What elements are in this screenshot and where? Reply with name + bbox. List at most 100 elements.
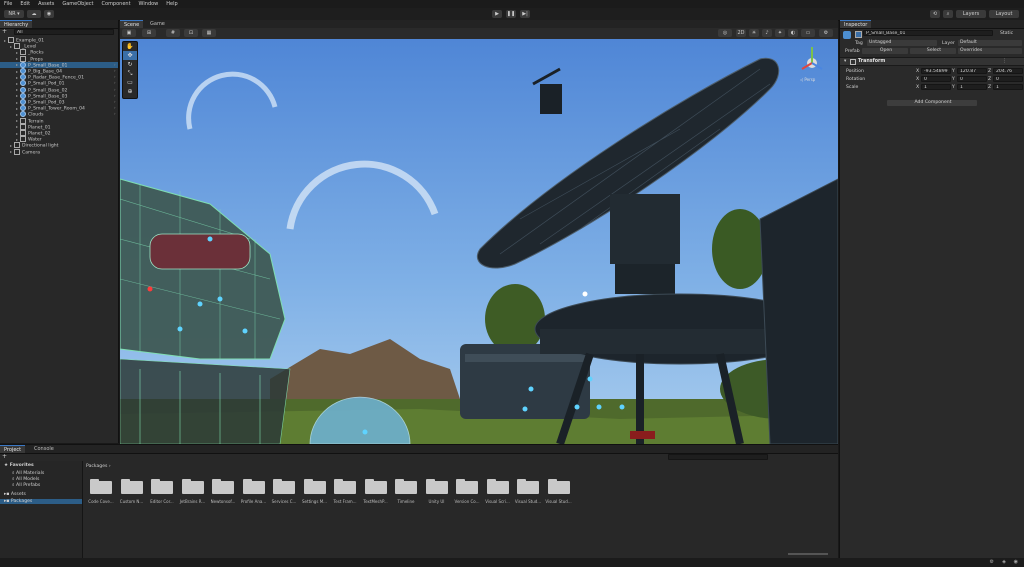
select-button[interactable]: Select bbox=[910, 48, 956, 54]
object-name-field[interactable]: P_Small_Base_01 bbox=[863, 30, 993, 36]
hidden-icon[interactable]: ◐ bbox=[788, 29, 798, 37]
folder-icon[interactable] bbox=[273, 479, 295, 494]
lighting-icon[interactable]: ☀ bbox=[749, 29, 759, 37]
layer-dropdown[interactable]: Default bbox=[958, 40, 1022, 46]
persp-label[interactable]: ◁ Persp bbox=[800, 77, 815, 82]
folder-label[interactable]: Editor Cor... bbox=[147, 499, 177, 504]
folder-label[interactable]: Custom N... bbox=[117, 499, 147, 504]
menu-item-assets[interactable]: Assets bbox=[34, 0, 58, 8]
open-button[interactable]: Open bbox=[862, 48, 908, 54]
folder-icon[interactable] bbox=[212, 479, 234, 494]
rect-tool-icon[interactable]: ▭ bbox=[123, 78, 137, 87]
cache-icon[interactable]: ◉ bbox=[1014, 559, 1018, 565]
rotate-tool-icon[interactable]: ↻ bbox=[123, 60, 137, 69]
menu-item-edit[interactable]: Edit bbox=[16, 0, 34, 8]
hierarchy-item[interactable]: ▸ P_Radar_Base_Fence_01 › bbox=[0, 74, 118, 81]
rotation-y-field[interactable]: 0 bbox=[957, 76, 987, 82]
tab-console[interactable]: Console bbox=[30, 445, 58, 453]
folder-label[interactable]: Services C... bbox=[269, 499, 299, 504]
increment-icon[interactable]: ▦ bbox=[202, 29, 216, 37]
play-button[interactable]: ▶ bbox=[492, 10, 502, 18]
folder-icon[interactable] bbox=[517, 479, 539, 494]
folder-label[interactable]: Visual Scri... bbox=[483, 499, 513, 504]
hierarchy-item[interactable]: ▸ P_Small_Tower_Room_04 › bbox=[0, 105, 118, 112]
folder-icon[interactable] bbox=[151, 479, 173, 494]
prefab-arrow-icon[interactable]: › bbox=[114, 105, 117, 110]
folder-icon[interactable] bbox=[395, 479, 417, 494]
scale-x-field[interactable]: 1 bbox=[921, 84, 951, 90]
account-dropdown[interactable]: NR ▾ bbox=[4, 10, 24, 18]
network-icon[interactable]: ◈ bbox=[1002, 559, 1006, 565]
collab-icon[interactable]: ◉ bbox=[44, 10, 54, 18]
hierarchy-item[interactable]: ▸ Planet_01 bbox=[0, 123, 118, 130]
project-search-input[interactable] bbox=[668, 454, 768, 460]
effects-icon[interactable]: ✦ bbox=[775, 29, 785, 37]
zoom-slider[interactable] bbox=[788, 553, 828, 555]
add-icon[interactable]: + bbox=[2, 454, 7, 460]
folder-label[interactable]: Code Cove... bbox=[86, 499, 116, 504]
prefab-arrow-icon[interactable]: › bbox=[114, 74, 117, 79]
rotation-x-field[interactable]: 0 bbox=[921, 76, 951, 82]
prefab-arrow-icon[interactable]: › bbox=[114, 62, 117, 67]
folder-label[interactable]: Timeline bbox=[391, 499, 421, 504]
pause-button[interactable]: ❚❚ bbox=[506, 10, 516, 18]
folder-icon[interactable] bbox=[486, 479, 509, 494]
tab-hierarchy[interactable]: Hierarchy bbox=[0, 20, 33, 28]
folder-label[interactable]: Settings M... bbox=[300, 499, 330, 504]
hand-tool-icon[interactable]: ✋ bbox=[123, 42, 137, 51]
menu-item-help[interactable]: Help bbox=[162, 0, 181, 8]
scale-z-field[interactable]: 1 bbox=[993, 84, 1023, 90]
rotation-z-field[interactable]: 0 bbox=[993, 76, 1023, 82]
grid-icon[interactable]: # bbox=[166, 29, 180, 37]
pivot-dropdown[interactable]: ⊞ bbox=[142, 29, 156, 37]
position-z-field[interactable]: 204.76 bbox=[993, 68, 1023, 74]
folder-label[interactable]: Profile Ana... bbox=[239, 499, 269, 504]
tab-project[interactable]: Project bbox=[0, 445, 26, 453]
layers-dropdown[interactable]: Layers bbox=[956, 10, 986, 18]
hierarchy-item[interactable]: ▸ _Props bbox=[0, 55, 118, 62]
folder-icon[interactable] bbox=[90, 479, 112, 494]
folder-label[interactable]: Version Co... bbox=[452, 499, 482, 504]
prefab-arrow-icon[interactable]: › bbox=[114, 80, 117, 85]
favorite-item[interactable]: ⌕ All Prefabs bbox=[12, 482, 40, 488]
packages-item[interactable]: ▸▪ Packages bbox=[0, 499, 82, 504]
tab-game[interactable]: Game bbox=[146, 20, 169, 28]
folder-icon[interactable] bbox=[456, 479, 478, 494]
hierarchy-item[interactable]: ▸ Example_01 bbox=[0, 37, 118, 44]
folder-label[interactable]: Visual Stud... bbox=[544, 499, 574, 504]
folder-icon[interactable] bbox=[425, 479, 448, 494]
add-component-button[interactable]: Add Component bbox=[887, 100, 977, 106]
folder-label[interactable]: Visual Stud... bbox=[513, 499, 543, 504]
hierarchy-item[interactable]: ▸ P_Small_Base_02 › bbox=[0, 86, 118, 93]
tab-scene[interactable]: Scene bbox=[120, 20, 144, 28]
hierarchy-item[interactable]: ▸ Terrain bbox=[0, 117, 118, 124]
hierarchy-search-input[interactable]: All bbox=[14, 29, 114, 35]
active-checkbox[interactable] bbox=[855, 31, 862, 38]
position-y-field[interactable]: 120.87 bbox=[957, 68, 987, 74]
gizmo-dropdown[interactable]: ⚙ bbox=[819, 29, 833, 37]
move-tool-icon[interactable]: ✥ bbox=[123, 51, 137, 60]
folder-icon[interactable] bbox=[303, 479, 326, 494]
tab-inspector[interactable]: Inspector bbox=[840, 20, 872, 28]
layout-dropdown[interactable]: Layout bbox=[989, 10, 1019, 18]
scale-y-field[interactable]: 1 bbox=[957, 84, 987, 90]
menu-item-gameobject[interactable]: GameObject bbox=[58, 0, 97, 8]
transform-tool-icon[interactable]: ⊕ bbox=[123, 87, 137, 96]
favorites-label[interactable]: ★ Favorites bbox=[4, 463, 34, 468]
step-button[interactable]: ▶| bbox=[520, 10, 530, 18]
folder-icon[interactable] bbox=[547, 479, 570, 494]
folder-icon[interactable] bbox=[181, 479, 204, 494]
assets-item[interactable]: ▸▪ Assets bbox=[4, 492, 26, 497]
hierarchy-item[interactable]: ▸ P_Big_Base_04 › bbox=[0, 68, 118, 75]
hierarchy-item[interactable]: ▸ Camera bbox=[0, 148, 118, 155]
prefab-arrow-icon[interactable]: › bbox=[114, 68, 117, 73]
hierarchy-item[interactable]: ▸ Water bbox=[0, 136, 118, 143]
menu-item-file[interactable]: File bbox=[0, 0, 16, 8]
folder-label[interactable]: TextMeshP... bbox=[361, 499, 391, 504]
hierarchy-item[interactable]: ▸ P_Small_Base_01 › bbox=[0, 61, 118, 68]
prefab-arrow-icon[interactable]: › bbox=[114, 87, 117, 92]
hierarchy-item[interactable]: ▸ P_Small_Pod_03 › bbox=[0, 99, 118, 106]
prefab-arrow-icon[interactable]: › bbox=[114, 99, 117, 104]
bug-icon[interactable]: ⚙ bbox=[990, 559, 994, 565]
folder-icon[interactable] bbox=[242, 479, 265, 494]
